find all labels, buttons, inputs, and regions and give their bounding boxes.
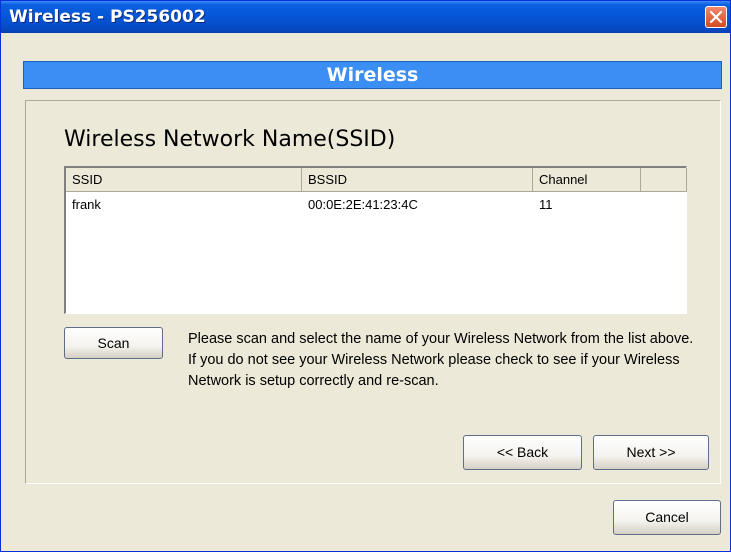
- column-header-channel[interactable]: Channel: [533, 168, 641, 192]
- column-header-ssid[interactable]: SSID: [66, 168, 302, 192]
- list-header: SSID BSSID Channel: [66, 168, 687, 192]
- next-button[interactable]: Next >>: [593, 435, 709, 470]
- wizard-window: Wireless - PS256002 Wireless Wireless Ne…: [0, 0, 731, 552]
- back-button[interactable]: << Back: [463, 435, 582, 470]
- cancel-button[interactable]: Cancel: [613, 500, 721, 535]
- section-banner: Wireless: [23, 61, 722, 89]
- close-button[interactable]: [705, 6, 727, 28]
- cell-channel: 11: [539, 197, 553, 212]
- title-bar[interactable]: Wireless - PS256002: [1, 1, 730, 33]
- close-icon: [710, 11, 722, 23]
- section-title: Wireless Network Name(SSID): [64, 127, 396, 152]
- instructions-line-1: Please scan and select the name of your …: [188, 331, 694, 347]
- ssid-list[interactable]: SSID BSSID Channel frank 00:0E:2E:41:23:…: [64, 166, 687, 314]
- instructions-text: Please scan and select the name of your …: [188, 329, 700, 392]
- scan-button[interactable]: Scan: [64, 327, 163, 359]
- column-header-empty[interactable]: [641, 168, 687, 192]
- cell-bssid: 00:0E:2E:41:23:4C: [308, 197, 418, 212]
- instructions-line-2: If you do not see your Wireless Network …: [188, 352, 680, 389]
- window-title: Wireless - PS256002: [9, 7, 206, 27]
- table-row[interactable]: frank 00:0E:2E:41:23:4C 11: [66, 194, 686, 216]
- column-header-bssid[interactable]: BSSID: [302, 168, 533, 192]
- cell-ssid: frank: [72, 197, 101, 212]
